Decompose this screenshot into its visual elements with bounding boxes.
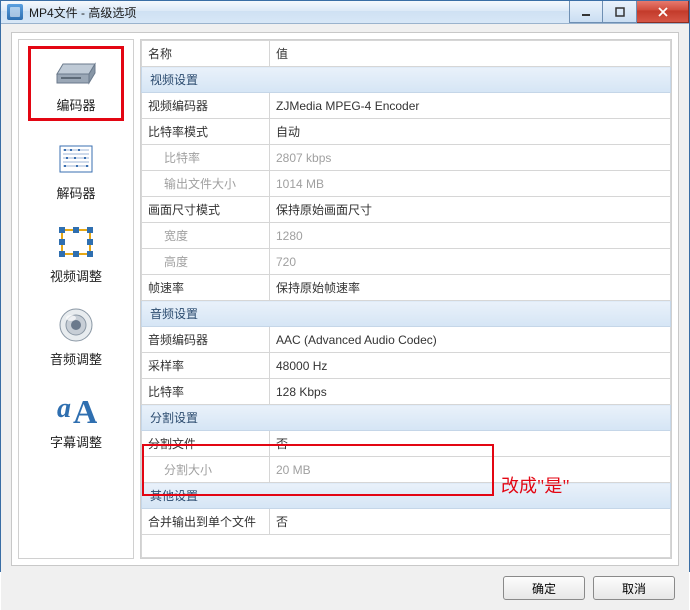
sidebar-item-audio[interactable]: 音频调整	[28, 301, 124, 370]
svg-text:a: a	[57, 393, 71, 424]
audio-adjust-icon	[52, 305, 100, 345]
row-audio-encoder[interactable]: 音频编码器AAC (Advanced Audio Codec)	[142, 327, 671, 353]
sidebar-item-subtitle[interactable]: a A 字幕调整	[28, 384, 124, 453]
row-fps[interactable]: 帧速率保持原始帧速率	[142, 275, 671, 301]
section-audio[interactable]: 音频设置	[142, 301, 671, 327]
table-header-row: 名称 值	[142, 41, 671, 67]
minimize-button[interactable]	[569, 1, 603, 23]
row-bitrate-mode[interactable]: 比特率模式自动	[142, 119, 671, 145]
subtitle-adjust-icon: a A	[52, 388, 100, 428]
section-other[interactable]: 其他设置	[142, 483, 671, 509]
content: 编码器	[11, 32, 679, 566]
row-output-size[interactable]: 输出文件大小1014 MB	[142, 171, 671, 197]
maximize-button[interactable]	[603, 1, 637, 23]
ok-button[interactable]: 确定	[503, 576, 585, 600]
row-height[interactable]: 高度720	[142, 249, 671, 275]
sidebar-item-label: 解码器	[56, 183, 95, 202]
close-button[interactable]	[637, 1, 689, 23]
sidebar-item-label: 音频调整	[50, 349, 102, 368]
decoder-icon	[52, 139, 100, 179]
svg-text:A: A	[73, 394, 97, 427]
window: MP4文件 - 高级选项	[0, 0, 690, 572]
property-grid: 名称 值 视频设置 视频编码器ZJMedia MPEG-4 Encoder 比特…	[140, 39, 672, 559]
section-video[interactable]: 视频设置	[142, 67, 671, 93]
section-split[interactable]: 分割设置	[142, 405, 671, 431]
dialog-footer: 确定 取消	[11, 566, 679, 600]
row-merge-output[interactable]: 合并输出到单个文件否	[142, 509, 671, 535]
sidebar: 编码器	[18, 39, 134, 559]
spacer	[142, 535, 671, 558]
row-width[interactable]: 宽度1280	[142, 223, 671, 249]
col-value[interactable]: 值	[270, 41, 671, 67]
row-split-file[interactable]: 分割文件否	[142, 431, 671, 457]
row-sample-rate[interactable]: 采样率48000 Hz	[142, 353, 671, 379]
sidebar-item-encoder[interactable]: 编码器	[28, 46, 124, 121]
row-split-size[interactable]: 分割大小20 MB	[142, 457, 671, 483]
sidebar-item-label: 字幕调整	[50, 432, 102, 451]
sidebar-item-video[interactable]: 视频调整	[28, 218, 124, 287]
row-audio-bitrate[interactable]: 比特率128 Kbps	[142, 379, 671, 405]
client-area: 编码器	[1, 24, 689, 610]
app-icon	[7, 4, 23, 20]
encoder-icon	[52, 51, 100, 91]
window-buttons	[569, 1, 689, 23]
sidebar-item-decoder[interactable]: 解码器	[28, 135, 124, 204]
col-name[interactable]: 名称	[142, 41, 270, 67]
sidebar-item-label: 视频调整	[50, 266, 102, 285]
window-title: MP4文件 - 高级选项	[29, 4, 569, 21]
sidebar-item-label: 编码器	[56, 95, 95, 114]
video-adjust-icon	[52, 222, 100, 262]
row-bitrate[interactable]: 比特率2807 kbps	[142, 145, 671, 171]
properties-table: 名称 值 视频设置 视频编码器ZJMedia MPEG-4 Encoder 比特…	[141, 40, 671, 558]
titlebar[interactable]: MP4文件 - 高级选项	[1, 1, 689, 24]
cancel-button[interactable]: 取消	[593, 576, 675, 600]
row-video-encoder[interactable]: 视频编码器ZJMedia MPEG-4 Encoder	[142, 93, 671, 119]
row-frame-mode[interactable]: 画面尺寸模式保持原始画面尺寸	[142, 197, 671, 223]
